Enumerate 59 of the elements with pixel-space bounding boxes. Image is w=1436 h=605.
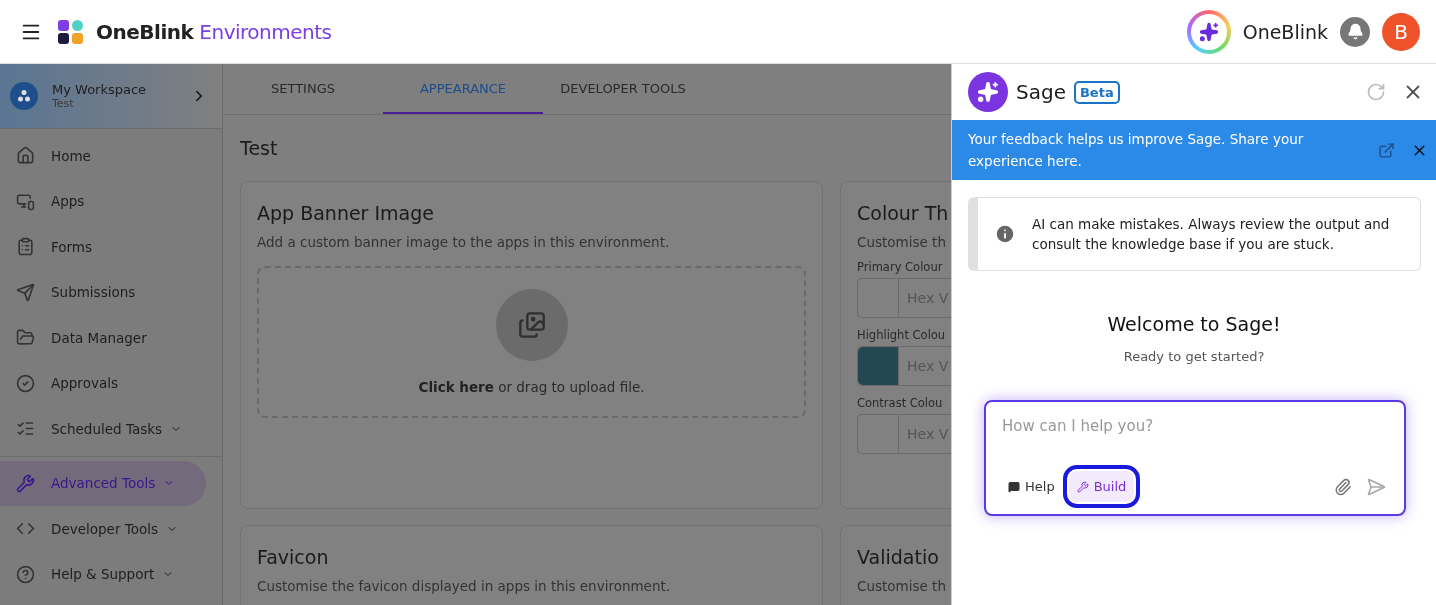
- tools-icon: [16, 473, 35, 493]
- field-label: Highlight Colou: [857, 328, 946, 342]
- logo-icon: [58, 19, 84, 44]
- page-title: Test: [240, 137, 279, 159]
- card-description: Add a custom banner image to the apps in this environment.: [257, 234, 671, 250]
- card-description: Customise th: [857, 578, 947, 594]
- home-icon: [16, 146, 35, 166]
- wrench-icon: [1076, 480, 1089, 493]
- card-title: App Banner Image: [257, 202, 435, 224]
- folder-icon: [16, 328, 35, 348]
- sidebar-item[interactable]: Apps: [0, 178, 206, 224]
- sidebar-item[interactable]: Advanced Tools: [0, 460, 206, 506]
- sidebar-item[interactable]: Scheduled Tasks: [0, 406, 206, 452]
- sidebar-item[interactable]: Help & Support: [0, 551, 206, 597]
- help-icon: [16, 564, 35, 584]
- sidebar-item[interactable]: Submissions: [0, 269, 206, 315]
- assistant-title: Sage: [1016, 80, 1066, 104]
- banner-text: Your feedback helps us improve Sage. Share your experience here.: [968, 130, 1305, 171]
- product-name: Environments: [199, 19, 332, 44]
- beta-badge: Beta: [1073, 80, 1120, 104]
- workspace-icon: [10, 82, 38, 110]
- upload-instructions: Click here or drag to upload file.: [418, 379, 645, 395]
- clipboard-icon: [16, 237, 35, 257]
- welcome-heading: Welcome to Sage!: [1106, 313, 1282, 335]
- brand-name: OneBlink: [96, 19, 194, 44]
- field-label: Contrast Colou: [857, 396, 943, 410]
- upload-dropzone[interactable]: Click here or drag to upload file.: [257, 266, 806, 418]
- sidebar-item[interactable]: Approvals: [0, 360, 206, 406]
- mode-button[interactable]: Help: [1000, 471, 1063, 502]
- chat-icon: [1008, 480, 1020, 493]
- user-avatar[interactable]: B: [1382, 12, 1420, 51]
- field-label: Primary Colour: [857, 260, 943, 274]
- sidebar-item[interactable]: Forms: [0, 224, 206, 270]
- notification-icon[interactable]: [1340, 16, 1370, 47]
- tab[interactable]: DEVELOPER TOOLS: [543, 64, 703, 114]
- card-title: Favicon: [257, 546, 330, 568]
- tab[interactable]: SETTINGS: [223, 64, 383, 114]
- card-description: Customise the favicon displayed in apps in this environment.: [257, 578, 672, 594]
- send-icon: [16, 282, 35, 302]
- colour-swatch[interactable]: [858, 347, 899, 385]
- image-icon: [517, 311, 546, 339]
- sparkle-icon: [968, 72, 1008, 112]
- info-icon: [994, 223, 1016, 245]
- devices-icon: [16, 191, 35, 211]
- workspace-name: My Workspace: [52, 82, 148, 97]
- sidebar-item[interactable]: Data Manager: [0, 315, 206, 361]
- card-description: Customise th: [857, 234, 947, 250]
- assistant-label: OneBlink: [1242, 20, 1328, 43]
- check-circle-icon: [16, 373, 35, 393]
- welcome-subtitle: Ready to get started?: [1122, 349, 1266, 364]
- card-title: Colour Th: [857, 202, 950, 224]
- notice-text: AI can make mistakes. Always review the output and consult the knowledge base if you are stuck.: [1032, 215, 1391, 254]
- sidebar-item[interactable]: Home: [0, 133, 206, 179]
- tab[interactable]: APPEARANCE: [383, 64, 543, 114]
- workspace-switcher[interactable]: My Workspace Test: [0, 64, 222, 129]
- sidebar-item[interactable]: Developer Tools: [0, 506, 206, 552]
- environment-name: Test: [52, 97, 75, 110]
- card-title: Validatio: [857, 546, 940, 568]
- chat-input[interactable]: How can I help you? Help Build: [984, 400, 1406, 516]
